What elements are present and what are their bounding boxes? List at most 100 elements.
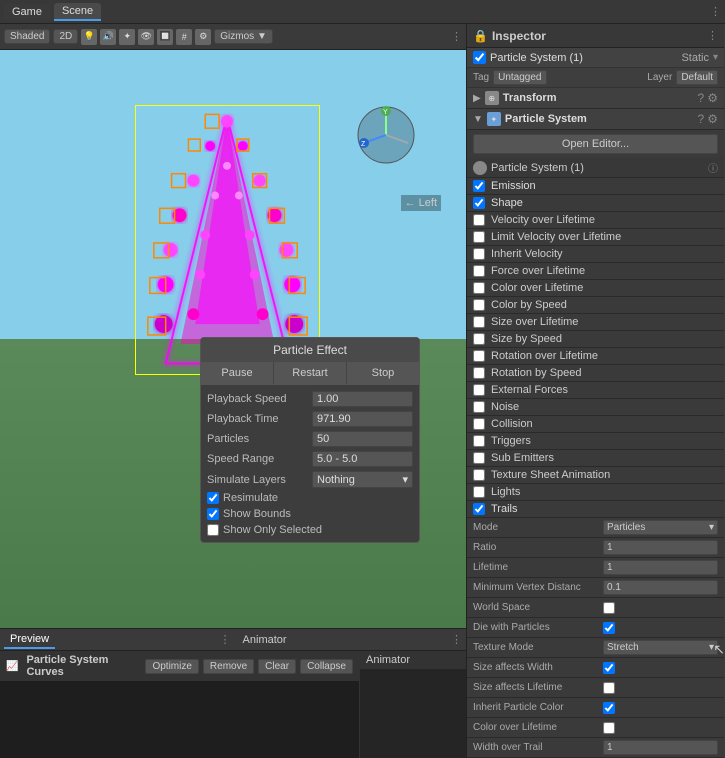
- module-inherit-velocity[interactable]: Inherit Velocity: [467, 246, 724, 263]
- tab-animator[interactable]: Animator: [243, 634, 287, 646]
- module-force-checkbox[interactable]: [473, 265, 485, 277]
- object-active-checkbox[interactable]: [473, 51, 486, 64]
- playback-speed-value[interactable]: 1.00: [312, 391, 413, 407]
- grid-icon[interactable]: #: [176, 29, 192, 45]
- module-color-lifetime-checkbox[interactable]: [473, 282, 485, 294]
- module-velocity[interactable]: Velocity over Lifetime: [467, 212, 724, 229]
- scene-options-icon[interactable]: ⋮: [710, 5, 721, 18]
- module-lights[interactable]: Lights: [467, 484, 724, 501]
- transform-help-button[interactable]: ?: [698, 91, 705, 105]
- module-velocity-checkbox[interactable]: [473, 214, 485, 226]
- mode-dropdown[interactable]: Particles ▾: [603, 520, 718, 535]
- transform-icon: ⊕: [485, 91, 499, 105]
- module-trails[interactable]: Trails: [467, 501, 724, 518]
- color-over-lifetime-checkbox[interactable]: [603, 722, 615, 734]
- min-vertex-input[interactable]: 0.1: [603, 580, 718, 595]
- module-rotation-speed[interactable]: Rotation by Speed: [467, 365, 724, 382]
- tab-preview[interactable]: Preview: [4, 631, 55, 649]
- module-external-forces-checkbox[interactable]: [473, 384, 485, 396]
- size-lifetime-checkbox[interactable]: [603, 682, 615, 694]
- particle-container: [135, 105, 320, 375]
- 2d-toggle[interactable]: 2D: [53, 29, 78, 44]
- module-size-lifetime[interactable]: Size over Lifetime: [467, 314, 724, 331]
- restart-button[interactable]: Restart: [274, 362, 347, 384]
- light-icon[interactable]: 💡: [81, 29, 97, 45]
- module-triggers-checkbox[interactable]: [473, 435, 485, 447]
- die-particles-checkbox[interactable]: [603, 622, 615, 634]
- module-limit-velocity-checkbox[interactable]: [473, 231, 485, 243]
- size-width-checkbox[interactable]: [603, 662, 615, 674]
- inspector-more-icon[interactable]: ⋮: [707, 29, 718, 42]
- module-shape-checkbox[interactable]: [473, 197, 485, 209]
- show-only-checkbox[interactable]: [207, 524, 219, 536]
- stop-button[interactable]: Stop: [347, 362, 419, 384]
- scene-view-icon[interactable]: 👁: [138, 29, 154, 45]
- simulate-dropdown[interactable]: Nothing ▾: [312, 471, 413, 488]
- module-shape[interactable]: Shape: [467, 195, 724, 212]
- module-color-speed-checkbox[interactable]: [473, 299, 485, 311]
- module-color-lifetime[interactable]: Color over Lifetime: [467, 280, 724, 297]
- static-dropdown[interactable]: ▾: [713, 52, 718, 63]
- module-sub-emitters-checkbox[interactable]: [473, 452, 485, 464]
- collapse-button[interactable]: Collapse: [300, 659, 353, 674]
- tab-game[interactable]: Game: [4, 4, 50, 20]
- module-collision[interactable]: Collision: [467, 416, 724, 433]
- module-sub-emitters[interactable]: Sub Emitters: [467, 450, 724, 467]
- module-color-speed[interactable]: Color by Speed: [467, 297, 724, 314]
- ps-help-button[interactable]: ?: [698, 112, 705, 126]
- ps-settings-button[interactable]: ⚙: [707, 112, 718, 126]
- tab-scene[interactable]: Scene: [54, 3, 101, 21]
- module-noise-checkbox[interactable]: [473, 401, 485, 413]
- module-texture-sheet[interactable]: Texture Sheet Animation: [467, 467, 724, 484]
- inherit-color-checkbox[interactable]: [603, 702, 615, 714]
- module-rotation-lifetime-checkbox[interactable]: [473, 350, 485, 362]
- remove-button[interactable]: Remove: [203, 659, 254, 674]
- animator-more-icon[interactable]: ⋮: [451, 633, 462, 646]
- scene-more-icon[interactable]: ⋮: [451, 30, 462, 43]
- width-trail-input[interactable]: 1: [603, 740, 718, 755]
- playback-time-value[interactable]: 971.90: [312, 411, 413, 427]
- texture-mode-dropdown[interactable]: Stretch ▾ ↖: [603, 640, 718, 655]
- module-texture-sheet-checkbox[interactable]: [473, 469, 485, 481]
- show-bounds-checkbox[interactable]: [207, 508, 219, 520]
- module-external-forces[interactable]: External Forces: [467, 382, 724, 399]
- audio-icon[interactable]: 🔊: [100, 29, 116, 45]
- module-lights-checkbox[interactable]: [473, 486, 485, 498]
- module-force[interactable]: Force over Lifetime: [467, 263, 724, 280]
- transform-component-header[interactable]: ▶ ⊕ Transform ? ⚙: [467, 88, 724, 109]
- fx-icon[interactable]: ✦: [119, 29, 135, 45]
- tag-dropdown[interactable]: Untagged: [493, 70, 546, 85]
- module-emission[interactable]: Emission: [467, 178, 724, 195]
- module-trails-checkbox[interactable]: [473, 503, 485, 515]
- clear-button[interactable]: Clear: [258, 659, 296, 674]
- module-collision-checkbox[interactable]: [473, 418, 485, 430]
- module-size-lifetime-checkbox[interactable]: [473, 316, 485, 328]
- world-space-checkbox[interactable]: [603, 602, 615, 614]
- module-limit-velocity[interactable]: Limit Velocity over Lifetime: [467, 229, 724, 246]
- layer-dropdown[interactable]: Default: [676, 70, 718, 85]
- resimulate-checkbox[interactable]: [207, 492, 219, 504]
- gizmos-dropdown[interactable]: ⚙: [195, 29, 211, 45]
- speed-range-value[interactable]: 5.0 - 5.0: [312, 451, 413, 467]
- inspector-label: Inspector: [492, 29, 546, 43]
- lifetime-input[interactable]: 1: [603, 560, 718, 575]
- module-emission-checkbox[interactable]: [473, 180, 485, 192]
- module-inherit-velocity-checkbox[interactable]: [473, 248, 485, 260]
- optimize-button[interactable]: Optimize: [145, 659, 198, 674]
- scene-vis-icon[interactable]: 🔲: [157, 29, 173, 45]
- shading-dropdown[interactable]: Shaded: [4, 29, 50, 44]
- open-editor-button[interactable]: Open Editor...: [473, 134, 718, 154]
- module-rotation-lifetime[interactable]: Rotation over Lifetime: [467, 348, 724, 365]
- module-noise[interactable]: Noise: [467, 399, 724, 416]
- module-rotation-speed-checkbox[interactable]: [473, 367, 485, 379]
- particle-system-component-header[interactable]: ▼ ✦ Particle System ? ⚙: [467, 109, 724, 130]
- ratio-input[interactable]: 1: [603, 540, 718, 555]
- preview-more-icon[interactable]: ⋮: [220, 633, 231, 646]
- transform-settings-button[interactable]: ⚙: [707, 91, 718, 105]
- gizmos-label[interactable]: Gizmos ▼: [214, 29, 273, 44]
- module-size-speed-checkbox[interactable]: [473, 333, 485, 345]
- pause-button[interactable]: Pause: [201, 362, 274, 384]
- module-size-speed[interactable]: Size by Speed: [467, 331, 724, 348]
- module-triggers[interactable]: Triggers: [467, 433, 724, 450]
- particles-value[interactable]: 50: [312, 431, 413, 447]
